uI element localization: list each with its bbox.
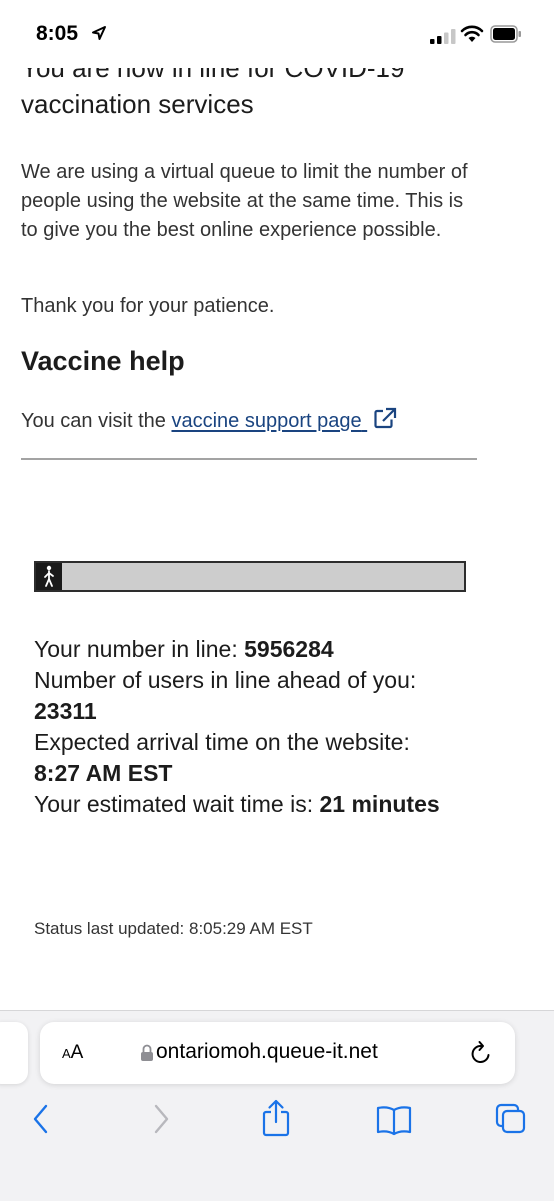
intro-text: We are using a virtual queue to limit th…	[21, 161, 468, 241]
wait-time-unit: minutes	[351, 791, 440, 817]
external-link-icon[interactable]	[373, 407, 397, 429]
number-in-line-row: Your number in line: 5956284	[34, 634, 454, 665]
users-ahead-label: Number of users in line ahead of you:	[34, 667, 417, 693]
number-in-line-value: 5956284	[244, 636, 334, 662]
vaccine-support-link-text: vaccine support page	[171, 410, 362, 432]
vaccine-help-heading: Vaccine help	[21, 346, 185, 376]
forward-icon[interactable]	[150, 1102, 172, 1136]
battery-icon	[490, 25, 521, 43]
queue-progress-bar	[34, 561, 466, 592]
users-ahead-row: Number of users in line ahead of you: 23…	[34, 665, 454, 727]
aa-big: A	[70, 1042, 84, 1063]
signal-icon	[430, 29, 456, 44]
number-in-line-label: Your number in line:	[34, 636, 238, 662]
wait-time-label: Your estimated wait time is:	[34, 791, 314, 817]
arrival-time-row: Expected arrival time on the website: 8:…	[34, 727, 454, 789]
status-bar: 8:05	[0, 0, 554, 68]
vaccine-support-link[interactable]: vaccine support page	[171, 410, 367, 432]
reader-settings-button[interactable]: AA	[62, 1042, 83, 1064]
wait-time-row: Your estimated wait time is: 21 minutes	[34, 789, 454, 820]
lock-icon	[141, 1044, 153, 1061]
status-last-updated: Status last updated: 8:05:29 AM EST	[34, 919, 313, 938]
arrival-time-value: 8:27 AM EST	[34, 760, 173, 786]
walking-person-icon	[44, 565, 54, 587]
support-line: You can visit the vaccine support page	[21, 407, 397, 436]
reload-icon[interactable]	[469, 1040, 493, 1066]
previous-tab-card[interactable]	[0, 1022, 28, 1084]
thanks-text: Thank you for your patience.	[21, 295, 275, 317]
share-icon[interactable]	[260, 1098, 292, 1138]
status-time: 8:05	[36, 22, 79, 45]
wifi-icon	[460, 25, 484, 42]
address-bar[interactable]: AA ontariomoh.queue-it.net	[40, 1022, 515, 1084]
url-text[interactable]: ontariomoh.queue-it.net	[156, 1040, 378, 1064]
divider	[21, 458, 477, 460]
aa-small: A	[62, 1046, 71, 1061]
arrival-time-label: Expected arrival time on the website:	[34, 729, 410, 755]
tabs-icon[interactable]	[494, 1102, 528, 1136]
location-arrow-icon	[92, 26, 106, 40]
users-ahead-value: 23311	[34, 698, 97, 724]
support-prefix: You can visit the	[21, 410, 166, 432]
wait-time-number: 21	[319, 791, 346, 817]
back-icon[interactable]	[30, 1102, 52, 1136]
bookmarks-icon[interactable]	[375, 1104, 413, 1136]
queue-info: Your number in line: 5956284 Number of u…	[34, 634, 454, 820]
queue-progress-fill	[36, 563, 62, 590]
